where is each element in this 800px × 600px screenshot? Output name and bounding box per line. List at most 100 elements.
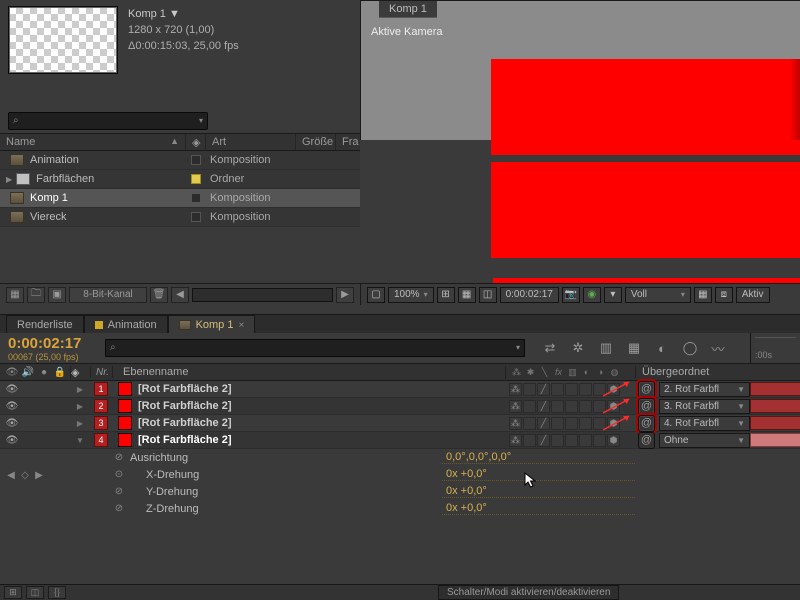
layer-twirl[interactable]: ▶ [70, 419, 90, 428]
graph-button[interactable]: 〰 [707, 339, 729, 357]
transparency-button[interactable]: ▦ [694, 287, 712, 303]
shy-switch[interactable]: ⁂ [509, 383, 522, 396]
quality-switch[interactable]: ╱ [537, 400, 550, 413]
layer-name[interactable]: [Rot Farbfläche 2] [138, 417, 232, 429]
activecam-dropdown[interactable]: Aktiv [736, 287, 770, 303]
layer-name[interactable]: [Rot Farbfläche 2] [138, 383, 232, 395]
label-color[interactable] [191, 174, 201, 184]
layer-name[interactable]: [Rot Farbfläche 2] [138, 400, 232, 412]
3d-switch[interactable]: ⬢ [607, 434, 620, 447]
eye-icon[interactable]: 👁 [5, 382, 19, 396]
viewer-tab[interactable]: Komp 1 [379, 1, 437, 18]
switches-modes-toggle[interactable]: Schalter/Modi aktivieren/deaktivieren [438, 585, 619, 600]
parent-dropdown[interactable]: Ohne▼ [659, 433, 750, 448]
eye-icon[interactable]: 👁 [5, 416, 19, 430]
tab-komp1[interactable]: Komp 1× [168, 315, 256, 333]
label-color[interactable] [191, 193, 201, 203]
mask-button[interactable]: ▦ [458, 287, 476, 303]
scroll-left-button[interactable]: ◀ [171, 287, 189, 303]
layer-index[interactable]: 2 [94, 399, 108, 413]
stopwatch-icon[interactable]: ⊘ [112, 452, 126, 463]
audio-col-icon[interactable]: 🔊 [21, 365, 35, 379]
label-color[interactable] [191, 155, 201, 165]
toggle-switches-button[interactable]: ⊞ [4, 586, 22, 599]
comp-flowchart-button[interactable]: ⇄ [539, 339, 561, 357]
property-value[interactable]: 0,0°,0,0°,0,0° [442, 451, 635, 464]
eye-col-icon[interactable]: 👁 [5, 365, 19, 379]
shy-switch[interactable]: ⁂ [509, 400, 522, 413]
layer-row[interactable]: 👁▶2[Rot Farbfläche 2]⁂╱⬢@3. Rot Farbfl▼ [0, 398, 800, 415]
layer-twirl[interactable]: ▼ [70, 436, 90, 445]
new-comp-button[interactable]: ▣ [48, 287, 66, 303]
solo-col-icon[interactable]: ● [37, 365, 51, 379]
property-value[interactable]: 0x +0,0° [442, 485, 635, 498]
scrollbar[interactable] [192, 288, 333, 302]
layer-bar[interactable] [750, 399, 800, 413]
layer-twirl[interactable]: ▶ [70, 402, 90, 411]
3dview-button[interactable]: ⧈ [715, 287, 733, 303]
pick-whip-button[interactable]: @ [638, 398, 655, 415]
project-row[interactable]: Komp 1Komposition [0, 189, 360, 208]
parent-dropdown[interactable]: 2. Rot Farbfl▼ [659, 382, 750, 397]
project-row[interactable]: AnimationKomposition [0, 151, 360, 170]
layer-bar[interactable] [750, 382, 800, 396]
twirl-icon[interactable]: ▶ [6, 175, 12, 184]
fx-icon[interactable]: ✱ [524, 366, 537, 379]
property-row[interactable]: ⊙X-Drehung0x +0,0° [0, 466, 800, 483]
active-camera-label[interactable]: Aktive Kamera [371, 26, 443, 38]
collapse-icon[interactable]: ╲ [538, 366, 551, 379]
viewer-panel[interactable]: Komp 1 Aktive Kamera [360, 0, 800, 140]
property-row[interactable]: ⊘Z-Drehung0x +0,0° [0, 500, 800, 517]
bit-depth-button[interactable]: 8-Bit-Kanal [69, 287, 147, 303]
project-search-input[interactable]: ⌕ ▾ [8, 112, 208, 130]
timeline-timecode[interactable]: 0:00:02:17 00067 (25,00 fps) [0, 333, 105, 363]
parent-dropdown[interactable]: 4. Rot Farbfl▼ [659, 416, 750, 431]
stopwatch-icon[interactable]: ⊙ [112, 469, 126, 480]
dropdown-icon[interactable]: ▾ [516, 343, 520, 352]
label-color[interactable] [191, 212, 201, 222]
col-nr[interactable]: Nr. [90, 367, 112, 378]
toggle-curves-button[interactable]: ｛｝ [48, 586, 66, 599]
zoom-dropdown[interactable]: 100%▾ [388, 287, 434, 303]
quality-switch[interactable]: ╱ [537, 434, 550, 447]
col-name[interactable]: Name [6, 136, 35, 148]
grid-button[interactable]: ⊞ [437, 287, 455, 303]
layer-row[interactable]: 👁▶3[Rot Farbfläche 2]⁂╱⬢@4. Rot Farbfl▼ [0, 415, 800, 432]
quality-switch[interactable]: ╱ [537, 383, 550, 396]
channel-dropdown[interactable]: ▾ [604, 287, 622, 303]
resolution-dropdown[interactable]: Voll▾ [625, 287, 691, 303]
quality-icon[interactable]: fx [552, 366, 565, 379]
timeline-search-input[interactable]: ⌕ ▾ [105, 339, 525, 357]
property-value[interactable]: 0x +0,0° [442, 468, 635, 481]
layer-index[interactable]: 4 [94, 433, 108, 447]
shy-switch[interactable]: ⁂ [509, 417, 522, 430]
property-row[interactable]: ⊘Y-Drehung0x +0,0° [0, 483, 800, 500]
comp-title[interactable]: Komp 1 ▼ [128, 6, 239, 22]
col-size[interactable]: Größe [296, 134, 336, 150]
layer-row[interactable]: 👁▶1[Rot Farbfläche 2]⁂╱⬢@2. Rot Farbfl▼ [0, 381, 800, 398]
roi-button[interactable]: ◫ [479, 287, 497, 303]
shy-switch[interactable]: ⁂ [509, 434, 522, 447]
project-row[interactable]: ViereckKomposition [0, 208, 360, 227]
col-type[interactable]: Art [206, 134, 296, 150]
motionblur-button[interactable]: ▦ [623, 339, 645, 357]
col-layername[interactable]: Ebenenname [112, 366, 505, 378]
delete-button[interactable]: 🗑 [150, 287, 168, 303]
layer-bar[interactable] [750, 433, 800, 447]
close-icon[interactable]: × [238, 320, 244, 331]
new-folder-button[interactable]: 🗀 [27, 287, 45, 303]
stopwatch-icon[interactable]: ⊘ [112, 486, 126, 497]
label-col-icon[interactable]: ◈ [70, 366, 90, 379]
eye-icon[interactable]: 👁 [5, 399, 19, 413]
layer-index[interactable]: 1 [94, 382, 108, 396]
property-value[interactable]: 0x +0,0° [442, 502, 635, 515]
frameblend-button[interactable]: ▥ [595, 339, 617, 357]
channel-button[interactable]: ◉ [583, 287, 601, 303]
col-parent[interactable]: Übergeordnet [635, 366, 750, 378]
toggle-modes-button[interactable]: ◫ [26, 586, 44, 599]
shy-icon[interactable]: ⁂ [510, 366, 523, 379]
add-keyframe-button[interactable]: ◇ [19, 470, 31, 481]
layer-bar[interactable] [750, 416, 800, 430]
snapshot-button[interactable]: 📷 [562, 287, 580, 303]
layer-row[interactable]: 👁▼4[Rot Farbfläche 2]⁂╱⬢@Ohne▼ [0, 432, 800, 449]
